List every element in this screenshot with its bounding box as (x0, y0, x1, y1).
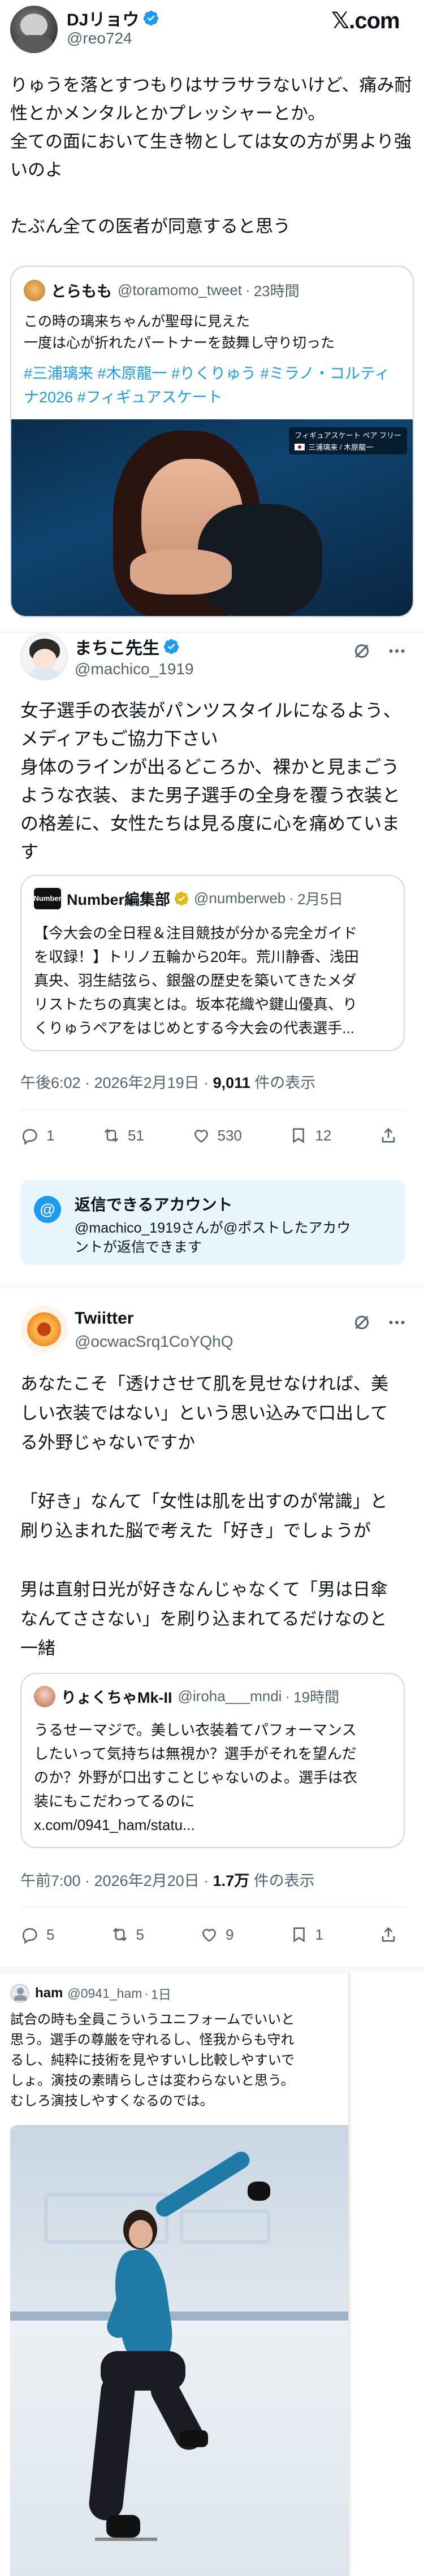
bookmark-icon (293, 1927, 305, 1942)
reply-icon (22, 1928, 37, 1944)
quote-author-name: とらもも (51, 283, 112, 300)
more-options-icon[interactable] (387, 1312, 407, 1333)
post-text: 試合の時も全員こういうユニフォームでいいと 思う。選手の尊厳を守れるし、怪我から… (10, 2012, 295, 2109)
heart-icon (202, 1929, 216, 1942)
repost-button[interactable]: 51 (102, 1126, 144, 1145)
repost-icon (104, 1129, 119, 1142)
quote-avatar (24, 279, 45, 301)
post-actions: 5 5 9 1 (20, 1925, 405, 1944)
more-options-icon[interactable] (387, 641, 407, 661)
quote-media-image[interactable]: フィギュアスケート ペア フリー 三浦璃来 / 木原龍一 (11, 419, 413, 616)
quote-author-handle: @iroha___mndi (178, 1688, 282, 1705)
post-timestamp[interactable]: 午前7:00 · 2026年2月20日 · 1.7万 件の表示 (20, 1868, 315, 1890)
quote-text: うるせーマジで。美しい衣装着てパフォーマンス したいって気持ちは無視か？選手がそ… (34, 1721, 358, 1833)
reply-button[interactable]: 1 (20, 1126, 54, 1145)
post-timestamp[interactable]: 午後6:02 · 2026年2月19日 · 9,011 件の表示 (20, 1070, 315, 1092)
like-button[interactable]: 530 (192, 1126, 242, 1145)
grok-icon[interactable] (352, 1312, 372, 1333)
quote-author-name: Number編集部 (67, 891, 171, 908)
view-count: 1.7万 (213, 1872, 250, 1889)
verified-badge-icon (163, 639, 179, 654)
avatar[interactable] (20, 1306, 68, 1353)
author-name[interactable]: DJリョウ (67, 6, 139, 31)
reply-restriction-title: 返信できるアカウント (75, 1196, 233, 1213)
quote-avatar: Number (33, 887, 62, 909)
embedded-post-card[interactable]: ham @0941_ham · 1日 試合の時も全員こういうユニフォームでいいと… (0, 1974, 349, 2576)
quote-time: 2月5日 (297, 891, 343, 908)
quote-card[interactable]: とらもも @toramomo_tweet · 23時間 この時の璃来ちゃんが聖母… (10, 266, 414, 617)
verified-badge-icon (144, 10, 159, 26)
like-button[interactable]: 9 (200, 1925, 233, 1944)
author-handle: @0941_ham (67, 1985, 142, 2001)
x-logo: 𝕏.com (331, 8, 400, 33)
grok-icon[interactable] (352, 641, 372, 661)
post-media-image[interactable] (10, 2125, 348, 2576)
heart-icon (194, 1130, 208, 1143)
post-text: りゅうを落とすつもりはサラサラないけど、痛み耐 性とかメンタルとかプレッシャーと… (10, 75, 412, 236)
verified-gold-badge-icon (174, 891, 189, 905)
reply-button[interactable]: 5 (20, 1925, 54, 1944)
repost-icon (113, 1928, 127, 1941)
quote-author-name: りょくちゃMk-II (61, 1689, 172, 1706)
quote-time: 19時間 (293, 1689, 340, 1706)
author-name[interactable]: まちこ先生 (75, 634, 159, 659)
author-name: ham (35, 1985, 63, 2001)
repost-button[interactable]: 5 (110, 1925, 144, 1944)
share-icon (382, 1127, 395, 1143)
bookmark-button[interactable]: 1 (289, 1925, 323, 1944)
share-button[interactable] (379, 1126, 405, 1145)
author-handle[interactable]: @reo724 (67, 29, 132, 47)
post-text: あなたこそ「透けさせて肌を見せなければ、美 しい衣装ではない」という思い込みで口… (20, 1374, 388, 1658)
author-handle[interactable]: @ocwacSrq1CoYQhQ (75, 1333, 233, 1351)
share-button[interactable] (379, 1925, 405, 1944)
reply-icon (22, 1129, 37, 1145)
avatar (10, 1984, 29, 2003)
avatar[interactable] (20, 633, 68, 680)
quote-text: この時の璃来ちゃんが聖母に見えた 一度は心が折れたパートナーを鼓舞し守り切った (24, 314, 335, 351)
quote-time: 23時間 (253, 283, 300, 300)
reply-restriction-text: @machico_1919さんが@ポストしたアカウ ントが返信できます (75, 1220, 351, 1255)
quote-avatar (34, 1685, 55, 1707)
at-icon: @ (34, 1196, 61, 1223)
view-count: 9,011 (213, 1074, 250, 1091)
bookmark-icon (293, 1128, 305, 1143)
post-text: 女子選手の衣装がパンツスタイルになるよう、 メディアもご協力下さい 身体のライン… (20, 700, 401, 862)
bookmark-button[interactable]: 12 (289, 1126, 331, 1145)
quote-text: 【今大会の全日程＆注目競技が分かる完全ガイド を収録！】トリノ五輪から20年。荒… (34, 925, 359, 1037)
avatar[interactable] (10, 6, 58, 53)
quote-hashtags[interactable]: #三浦璃来 #木原龍一 #りくりゅう #ミラノ・コルティ ナ2026 #フィギュ… (24, 362, 390, 409)
post-time: 1日 (151, 1987, 171, 2002)
post-actions: 1 51 530 12 (20, 1126, 405, 1145)
quote-card[interactable]: りょくちゃMk-II @iroha___mndi · 19時間 うるせーマジで。… (20, 1673, 405, 1848)
quote-author-handle: @numberweb (194, 890, 286, 907)
quote-author-handle: @toramomo_tweet (118, 281, 243, 298)
quote-card[interactable]: Number Number編集部 @numberweb · 2月5日 【今大会の… (20, 875, 405, 1051)
author-name[interactable]: Twiitter (75, 1309, 133, 1328)
author-handle[interactable]: @machico_1919 (75, 660, 194, 678)
japan-flag-icon (295, 443, 305, 450)
reply-restriction-box: @ 返信できるアカウント @machico_1919さんが@ポストしたアカウ ン… (20, 1180, 405, 1265)
share-icon (382, 1927, 395, 1942)
